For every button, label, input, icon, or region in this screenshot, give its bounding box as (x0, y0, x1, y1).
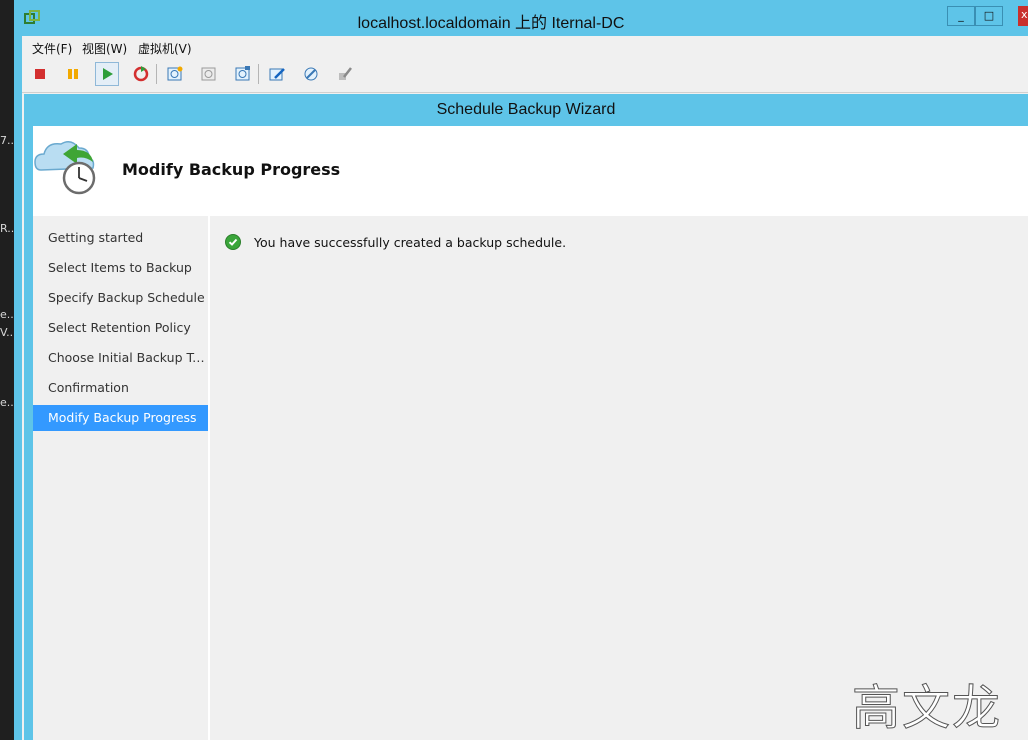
check-circle-icon (225, 234, 241, 250)
restore-button[interactable]: □ (975, 6, 1003, 26)
background-desktop (0, 0, 14, 740)
menu-vm[interactable]: 虚拟机(V) (138, 40, 192, 57)
edit-settings-icon[interactable] (265, 62, 289, 86)
reset-icon[interactable] (129, 62, 153, 86)
page-title: Modify Backup Progress (122, 160, 341, 179)
background-text: 7... (0, 134, 14, 147)
snapshot-take-icon[interactable] (163, 62, 187, 86)
toolbar (22, 60, 1028, 88)
watermark: 高文龙 (851, 680, 1003, 737)
toolbar-separator (258, 64, 259, 84)
background-text: R... (0, 222, 14, 235)
pause-icon[interactable] (61, 62, 85, 86)
console-title: localhost.localdomain 上的 Iternal-DC (357, 15, 625, 32)
step-getting-started[interactable]: Getting started (33, 225, 208, 251)
step-confirmation[interactable]: Confirmation (33, 375, 208, 401)
play-icon[interactable] (95, 62, 119, 86)
menu-bar: 文件(F) 视图(W) 虚拟机(V) (22, 36, 1028, 58)
step-initial-backup[interactable]: Choose Initial Backup Type (33, 345, 208, 371)
snapshot-revert-icon[interactable] (197, 62, 221, 86)
step-select-items[interactable]: Select Items to Backup (33, 255, 208, 281)
tools2-icon[interactable] (333, 62, 357, 86)
schedule-backup-wizard: Schedule Backup Wizard Modify Backup Pro… (24, 94, 1028, 740)
success-message-row: You have successfully created a backup s… (225, 234, 566, 250)
snapshot-manager-icon[interactable] (231, 62, 255, 86)
backup-clock-icon (34, 141, 96, 195)
wizard-header: Modify Backup Progress (33, 126, 1028, 216)
success-message: You have successfully created a backup s… (254, 234, 567, 250)
close-button[interactable]: x (1018, 6, 1028, 26)
menu-view[interactable]: 视图(W) (82, 40, 127, 57)
toolbar-separator (156, 64, 157, 84)
step-retention-policy[interactable]: Select Retention Policy (33, 315, 208, 341)
toolbar-divider (22, 92, 1028, 93)
background-text: V... (0, 326, 14, 339)
wizard-steps-panel: Getting started Select Items to Backup S… (33, 216, 210, 740)
background-text: e... (0, 396, 14, 409)
tools-icon[interactable] (299, 62, 323, 86)
console-title-bar[interactable]: localhost.localdomain 上的 Iternal-DC _ □ … (14, 0, 1028, 36)
step-modify-progress[interactable]: Modify Backup Progress (33, 405, 208, 431)
menu-file[interactable]: 文件(F) (32, 40, 72, 57)
stop-icon[interactable] (28, 62, 52, 86)
step-specify-schedule[interactable]: Specify Backup Schedule (33, 285, 208, 311)
wizard-content: You have successfully created a backup s… (210, 216, 1028, 740)
wizard-title[interactable]: Schedule Backup Wizard (24, 94, 1028, 126)
background-text: e... (0, 308, 14, 321)
minimize-button[interactable]: _ (947, 6, 975, 26)
